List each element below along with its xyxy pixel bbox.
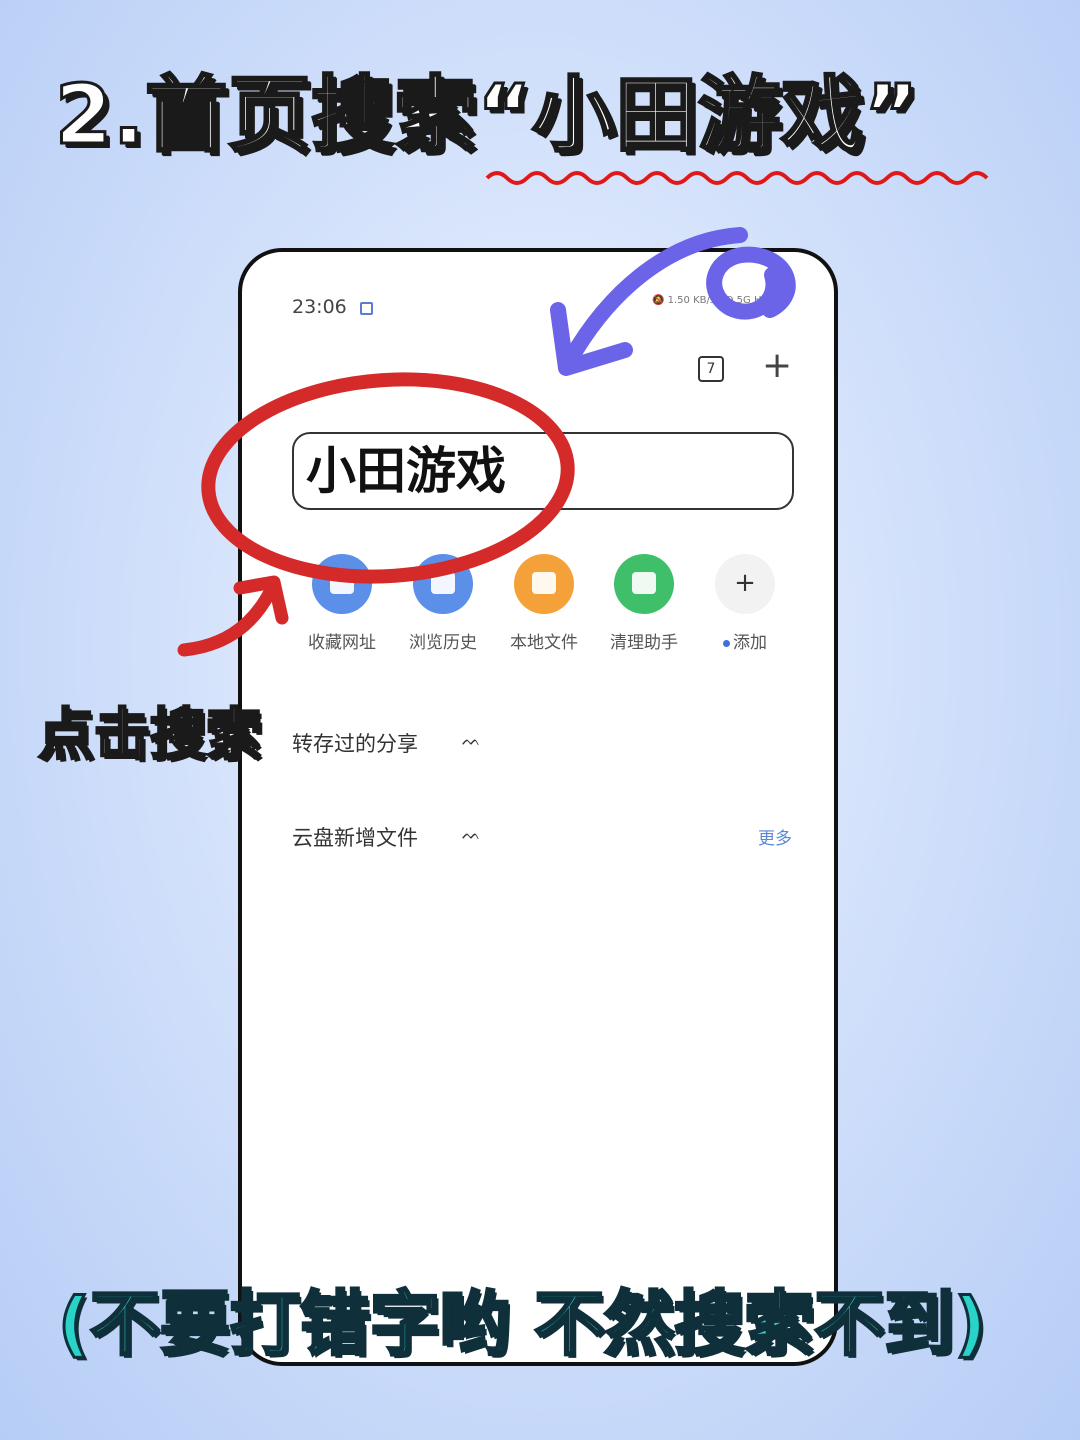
shortcut-cleaner[interactable]: 清理助手	[599, 554, 689, 653]
heading-title: 2.首页搜索“小田游戏”	[54, 67, 920, 165]
new-dot-icon	[723, 639, 730, 647]
eye-closed-icon[interactable]: ᨓ	[462, 824, 481, 844]
cleaner-icon	[614, 554, 674, 614]
shortcut-label: 浏览历史	[409, 633, 477, 653]
status-time: 23:06	[292, 296, 347, 318]
red-highlight-circle	[201, 372, 575, 584]
eye-closed-icon[interactable]: ᨓ	[462, 730, 481, 750]
click-search-label: 点击搜索	[37, 702, 264, 770]
shortcut-add[interactable]: + 添加	[700, 554, 790, 653]
wavy-underline	[485, 171, 989, 185]
shortcut-label: 添加	[733, 633, 767, 653]
cloud-new-files-title: 云盘新增文件	[292, 826, 418, 850]
status-indicator-icon	[360, 302, 373, 315]
shortcut-label: 本地文件	[510, 633, 578, 653]
plus-icon: +	[715, 554, 775, 614]
saved-shares-title: 转存过的分享	[292, 732, 418, 756]
blue-curved-arrow	[550, 227, 796, 376]
more-link[interactable]: 更多	[758, 824, 792, 849]
red-curved-arrow	[177, 575, 289, 657]
shortcut-label: 收藏网址	[308, 633, 376, 653]
shortcut-label: 清理助手	[610, 633, 678, 653]
warning-text: (不要打错字哟 不然搜索不到)	[56, 1282, 987, 1367]
